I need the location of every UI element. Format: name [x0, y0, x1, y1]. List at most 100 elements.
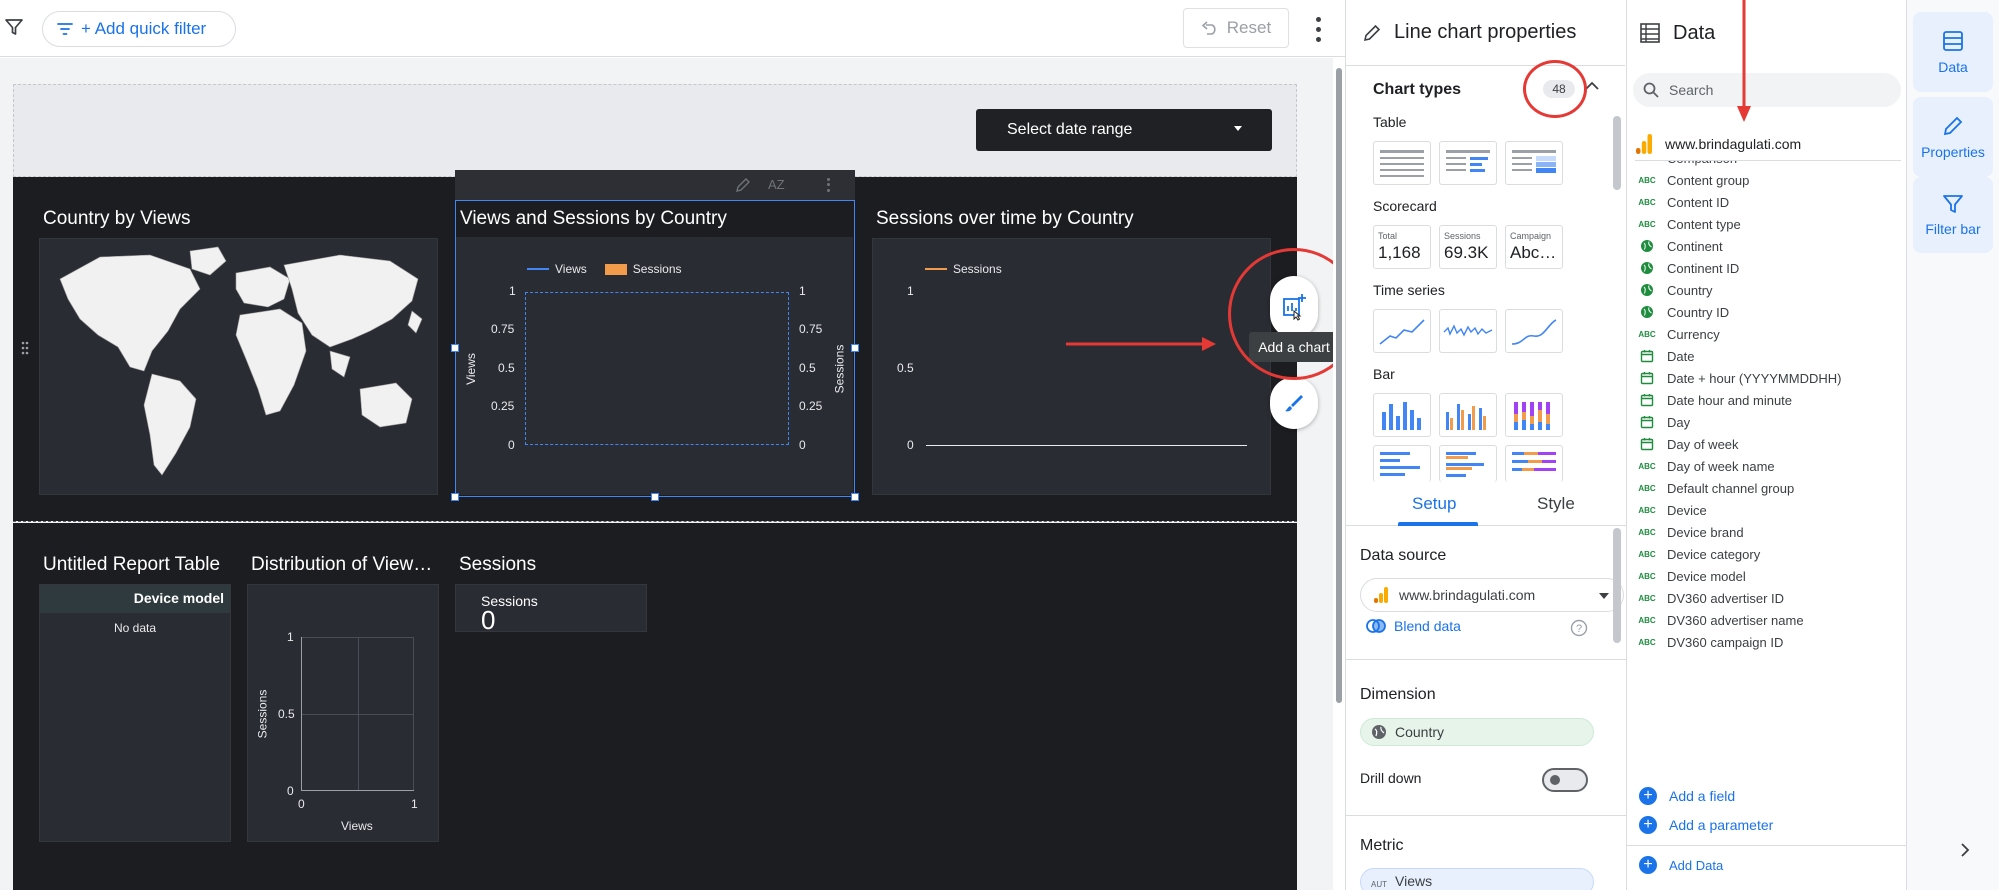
field-name: Date hour and minute — [1667, 392, 1793, 408]
date-range-control[interactable]: Select date range — [976, 109, 1272, 151]
field-item[interactable]: ABC Day of week name — [1638, 456, 1774, 476]
field-item[interactable]: ABC DV360 campaign ID — [1638, 632, 1783, 652]
field-item[interactable]: ABC Device category — [1638, 544, 1760, 564]
chart-type-scorecard-total[interactable]: Total 1,168 — [1373, 225, 1431, 269]
chart-types-scrollbar[interactable] — [1613, 116, 1621, 190]
field-name: Currency — [1667, 326, 1720, 342]
metric-chip[interactable]: AUT Views — [1360, 868, 1594, 890]
resize-handle[interactable] — [451, 344, 459, 352]
stacked-column-thumbnail-icon — [1514, 402, 1550, 430]
tab-setup[interactable]: Setup — [1412, 494, 1456, 514]
field-item[interactable]: Country — [1639, 280, 1713, 300]
field-item[interactable]: ABC DV360 advertiser ID — [1638, 588, 1784, 608]
chart-type-bar[interactable] — [1373, 445, 1431, 482]
field-item[interactable]: ABC DV360 advertiser name — [1638, 610, 1803, 630]
resize-handle[interactable] — [651, 493, 659, 501]
chart-type-scorecard-text[interactable]: Campaign Abc… — [1505, 225, 1563, 269]
sort-icon[interactable]: AZ — [768, 177, 785, 192]
legend-item-views: Views — [527, 262, 587, 276]
field-item[interactable]: ABC Comparison — [1638, 161, 1737, 168]
add-field-link[interactable]: + Add a field — [1639, 787, 1735, 805]
chart-type-sparkline[interactable] — [1439, 309, 1497, 353]
chart-type-table-heatmap[interactable] — [1505, 141, 1563, 185]
column-thumbnail-icon — [1382, 402, 1421, 430]
field-name: Device model — [1667, 568, 1746, 584]
blend-data-link[interactable]: Blend data — [1366, 618, 1461, 634]
calendar-icon — [1639, 370, 1655, 386]
field-item[interactable]: Continent — [1639, 236, 1723, 256]
field-item[interactable]: ABC Currency — [1638, 324, 1720, 344]
add-data-label: Add Data — [1669, 857, 1724, 873]
chevron-right-icon[interactable] — [1959, 842, 1971, 858]
field-name: Day — [1667, 414, 1691, 430]
text-field-icon: ABC — [1638, 549, 1656, 559]
add-quick-filter-button[interactable]: + Add quick filter — [42, 11, 236, 47]
field-item[interactable]: Day of week — [1639, 434, 1739, 454]
chart-type-smooth-line[interactable] — [1505, 309, 1563, 353]
search-input[interactable] — [1669, 82, 1869, 98]
resize-handle[interactable] — [851, 344, 859, 352]
field-item[interactable]: ABC Content type — [1638, 214, 1740, 234]
resize-handle[interactable] — [451, 493, 459, 501]
add-parameter-link[interactable]: + Add a parameter — [1639, 816, 1773, 834]
globe-icon — [1639, 238, 1655, 254]
chart-type-table[interactable] — [1373, 141, 1431, 185]
text-field-icon: ABC — [1638, 175, 1656, 185]
chart-type-time-series[interactable] — [1373, 309, 1431, 353]
field-item[interactable]: Date — [1639, 346, 1694, 366]
chart-type-scorecard-compact[interactable]: Sessions 69.3K — [1439, 225, 1497, 269]
pencil-icon — [1943, 116, 1963, 136]
reset-button[interactable]: Reset — [1183, 8, 1289, 48]
rail-properties-button[interactable]: Properties — [1913, 97, 1993, 177]
dimension-chip[interactable]: Country — [1360, 718, 1594, 746]
filter-icon[interactable] — [4, 17, 24, 37]
canvas-scrollbar[interactable] — [1333, 58, 1345, 890]
field-item[interactable]: Date + hour (YYYYMMDDHH) — [1639, 368, 1841, 388]
field-item[interactable]: Continent ID — [1639, 258, 1739, 278]
chart-type-stacked-column[interactable] — [1505, 393, 1563, 437]
data-source-select[interactable]: www.brindagulati.com — [1360, 578, 1624, 612]
help-icon[interactable]: ? — [1570, 619, 1588, 637]
more-vert-icon[interactable] — [1308, 14, 1328, 44]
field-item[interactable]: Country ID — [1639, 302, 1729, 322]
scorecard[interactable]: Sessions 0 — [455, 584, 647, 633]
field-item[interactable]: ABC Device model — [1638, 566, 1746, 586]
chart-type-stacked-bar[interactable] — [1505, 445, 1563, 482]
more-vert-icon[interactable] — [827, 177, 831, 193]
tab-style[interactable]: Style — [1537, 494, 1575, 514]
theme-fab[interactable] — [1270, 377, 1318, 429]
pencil-icon[interactable] — [735, 177, 751, 193]
field-item[interactable]: Date hour and minute — [1639, 390, 1792, 410]
data-source-row[interactable]: www.brindagulati.com — [1635, 127, 1901, 161]
rail-filter-bar-button[interactable]: Filter bar — [1913, 177, 1993, 253]
field-item[interactable]: ABC Default channel group — [1638, 478, 1794, 498]
table-header[interactable]: Device model — [40, 585, 230, 613]
chart-type-column[interactable] — [1373, 393, 1431, 437]
chart-type-grouped-column[interactable] — [1439, 393, 1497, 437]
right-axis-tick: 0.5 — [799, 361, 816, 375]
drag-handle-icon[interactable] — [20, 340, 30, 356]
bar-thumbnail-icon — [1380, 452, 1420, 476]
report-table[interactable]: Device model No data — [39, 584, 231, 842]
chart-type-table-bars[interactable] — [1439, 141, 1497, 185]
field-item[interactable]: ABC Device brand — [1638, 522, 1743, 542]
pencil-icon — [1363, 24, 1381, 41]
time-series-chart[interactable] — [872, 238, 1271, 495]
add-data-link[interactable]: + Add Data — [1639, 856, 1723, 874]
annotation-arrow — [1737, 0, 1751, 122]
plus-icon: + — [1639, 856, 1657, 874]
annotation-arrow — [1066, 337, 1216, 351]
field-item[interactable]: ABC Content group — [1638, 170, 1749, 190]
field-search[interactable] — [1633, 73, 1901, 107]
field-item[interactable]: Day — [1639, 412, 1690, 432]
properties-scrollbar[interactable] — [1613, 528, 1621, 643]
field-item[interactable]: ABC Content ID — [1638, 192, 1729, 212]
drill-down-toggle[interactable] — [1542, 768, 1588, 792]
properties-panel: Line chart properties Chart types 48 Tab… — [1345, 0, 1626, 890]
resize-handle[interactable] — [851, 493, 859, 501]
rail-data-button[interactable]: Data — [1913, 12, 1993, 92]
field-item[interactable]: ABC Device — [1638, 500, 1706, 520]
chart-type-grouped-bar[interactable] — [1439, 445, 1497, 482]
geo-map-chart[interactable] — [39, 238, 438, 495]
table-icon — [1640, 23, 1660, 43]
